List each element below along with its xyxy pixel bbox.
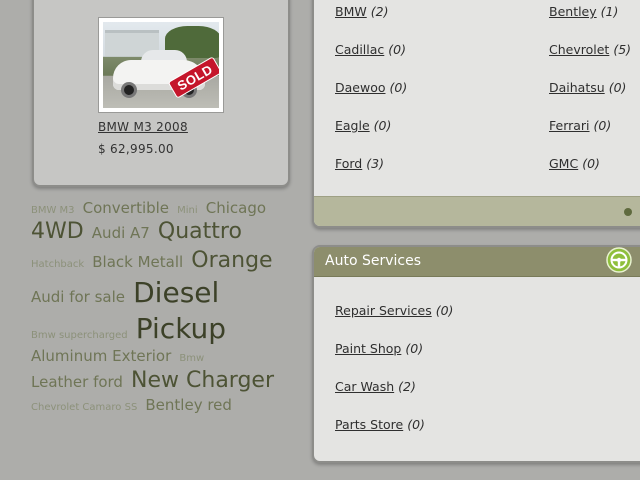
tag-link[interactable]: Convertible (83, 199, 169, 217)
tag-link[interactable]: Pickup (136, 312, 226, 345)
service-count: (2) (398, 379, 416, 394)
brand-item-bentley: Bentley (1) (549, 4, 618, 19)
auto-services-header: Auto Services (314, 247, 640, 277)
car-price: $ 62,995.00 (98, 142, 174, 156)
car-name-link[interactable]: BMW M3 2008 (98, 120, 188, 134)
tag-link[interactable]: Bmw supercharged (31, 330, 128, 341)
service-link[interactable]: Paint Shop (335, 341, 401, 356)
tag-link[interactable]: Chevrolet Camaro SS (31, 402, 137, 413)
brand-count: (0) (388, 42, 406, 57)
tag-link[interactable]: Aluminum Exterior (31, 347, 171, 365)
brand-link[interactable]: Ferrari (549, 118, 590, 133)
service-count: (0) (405, 341, 424, 356)
tag-link[interactable]: Hatchback (31, 259, 84, 270)
brand-link[interactable]: GMC (549, 156, 578, 171)
brand-item-gmc: GMC (0) (549, 156, 600, 171)
footer-dot-icon (624, 208, 632, 216)
tag-link[interactable]: 4WD (31, 219, 84, 244)
brands-panel: BMW (2) Bentley (1) Cadillac (0) Chevrolet (… (312, 0, 640, 228)
brand-count: (5) (613, 42, 632, 57)
brand-count: (3) (366, 156, 384, 171)
tag-link[interactable]: Audi for sale (31, 288, 125, 306)
tag-link[interactable]: Mini (177, 205, 198, 216)
tag-link[interactable]: Chicago (206, 199, 266, 217)
brand-item-ferrari: Ferrari (0) (549, 118, 611, 133)
service-link[interactable]: Repair Services (335, 303, 432, 318)
auto-services-panel: Auto Services Repair Services (0) Paint S… (312, 245, 640, 463)
brand-count: (0) (389, 80, 408, 95)
brand-item-daihatsu: Daihatsu (0) (549, 80, 626, 95)
brand-count: (0) (608, 80, 627, 95)
service-item-repair: Repair Services (0) (335, 303, 453, 318)
service-item-parts-store: Parts Store (0) (335, 417, 425, 432)
brand-link[interactable]: Ford (335, 156, 362, 171)
service-link[interactable]: Car Wash (335, 379, 394, 394)
brand-count: (0) (582, 156, 600, 171)
tag-link[interactable]: Leather ford (31, 373, 123, 391)
service-count: (0) (407, 417, 425, 432)
featured-car-card: SOLD BMW M3 2008 $ 62,995.00 (32, 0, 290, 187)
brand-count: (0) (593, 118, 612, 133)
tag-link[interactable]: Diesel (133, 276, 219, 309)
tag-link[interactable]: Orange (191, 248, 272, 273)
service-link[interactable]: Parts Store (335, 417, 403, 432)
brand-item-daewoo: Daewoo (0) (335, 80, 407, 95)
car-thumbnail[interactable]: SOLD (98, 17, 224, 113)
service-item-paint-shop: Paint Shop (0) (335, 341, 423, 356)
tag-link[interactable]: Bentley red (145, 396, 232, 414)
brand-link[interactable]: BMW (335, 4, 367, 19)
brand-link[interactable]: Daihatsu (549, 80, 605, 95)
brand-link[interactable]: Bentley (549, 4, 597, 19)
tag-cloud: BMW M3 Convertible Mini Chicago 4WD Audi… (31, 198, 296, 416)
brand-item-chevrolet: Chevrolet (5) (549, 42, 631, 57)
car-photo: SOLD (103, 22, 219, 108)
tag-link[interactable]: BMW M3 (31, 205, 75, 216)
brand-link[interactable]: Chevrolet (549, 42, 609, 57)
tag-link[interactable]: Bmw (179, 353, 204, 364)
service-count: (0) (435, 303, 454, 318)
brand-item-ford: Ford (3) (335, 156, 384, 171)
tag-link[interactable]: Black Metall (92, 253, 183, 271)
brand-item-bmw: BMW (2) (335, 4, 388, 19)
brand-item-cadillac: Cadillac (0) (335, 42, 406, 57)
steering-wheel-icon (606, 247, 632, 273)
brand-link[interactable]: Cadillac (335, 42, 384, 57)
brand-item-eagle: Eagle (0) (335, 118, 391, 133)
tag-link[interactable]: Audi A7 (92, 224, 150, 242)
brand-count: (0) (373, 118, 392, 133)
brand-link[interactable]: Eagle (335, 118, 370, 133)
service-item-car-wash: Car Wash (2) (335, 379, 416, 394)
tag-link[interactable]: New Charger (131, 368, 274, 393)
brand-count: (1) (600, 4, 619, 19)
brands-panel-footer (314, 196, 640, 226)
tag-link[interactable]: Quattro (158, 219, 242, 244)
brand-count: (2) (370, 4, 389, 19)
brand-link[interactable]: Daewoo (335, 80, 386, 95)
auto-services-title: Auto Services (325, 253, 421, 269)
